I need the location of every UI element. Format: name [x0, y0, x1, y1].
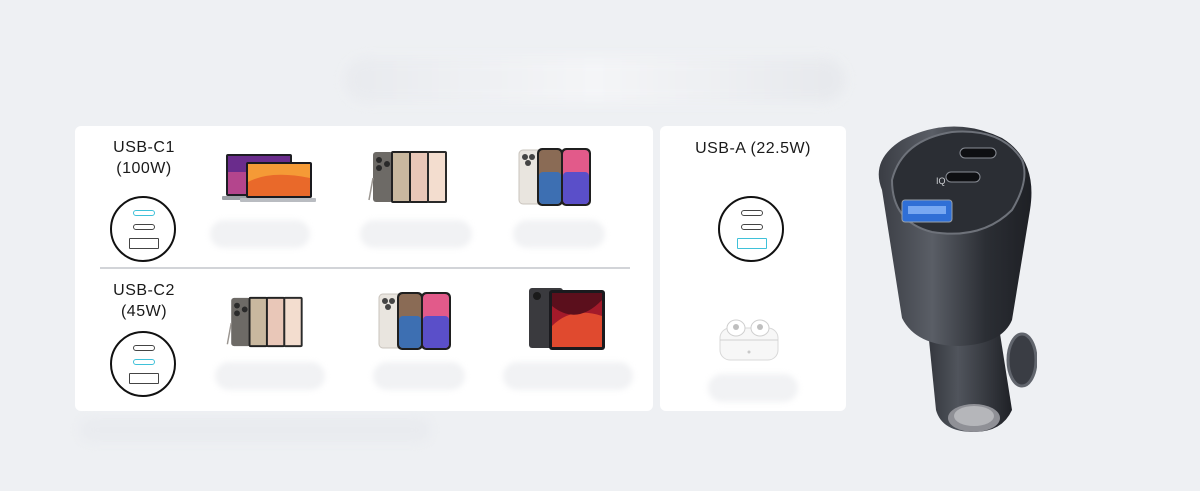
usb-a-port-icon: [718, 196, 784, 262]
usb-c-compatibility-panel: USB-C1 (100W) USB-C2 (45W): [75, 126, 653, 411]
usb-a-label: USB-A (22.5W): [695, 140, 811, 157]
usb-c1-slot: [133, 345, 155, 351]
car-charger-icon: IQ: [878, 126, 1037, 432]
android-phones-icon: [368, 151, 447, 203]
usb-c1-label: USB-C1 (100W): [89, 137, 199, 179]
usb-c1-port-icon: [110, 196, 176, 262]
usb-c1-power: (100W): [116, 160, 172, 177]
device-caption-placeholder: [708, 374, 798, 402]
iphones-icon: [518, 148, 591, 206]
usb-a-compatibility-panel: USB-A (22.5W): [660, 126, 846, 411]
usb-c1-name: USB-C1: [113, 139, 175, 156]
svg-text:IQ: IQ: [936, 176, 946, 186]
device-caption-placeholder: [513, 220, 605, 248]
usb-c2-slot: [741, 224, 763, 230]
laptop-icon: [222, 154, 316, 202]
usb-c2-name: USB-C2: [113, 282, 175, 299]
device-caption-placeholder: [503, 362, 633, 390]
usb-c2-power: (45W): [120, 303, 168, 320]
android-phones-icon: [226, 296, 303, 348]
tablet-icon: [529, 288, 605, 350]
usb-c2-slot: [133, 224, 155, 230]
usb-c2-slot-active: [133, 359, 155, 365]
usb-c2-port-icon: [110, 331, 176, 397]
usb-c1-slot: [741, 210, 763, 216]
device-caption-placeholder: [215, 362, 325, 390]
device-caption-placeholder: [210, 220, 310, 248]
iphones-icon: [378, 292, 451, 350]
usb-c2-label: USB-C2 (45W): [89, 280, 199, 322]
row-divider: [100, 267, 630, 269]
device-caption-placeholder: [360, 220, 472, 248]
earbuds-icon: [719, 319, 779, 361]
blurred-heading: [345, 58, 845, 102]
usb-a-slot-active: [737, 238, 767, 249]
blurred-footnote: [80, 418, 430, 442]
usb-a-slot: [129, 373, 159, 384]
usb-c1-slot-active: [133, 210, 155, 216]
usb-a-slot: [129, 238, 159, 249]
device-caption-placeholder: [373, 362, 465, 390]
